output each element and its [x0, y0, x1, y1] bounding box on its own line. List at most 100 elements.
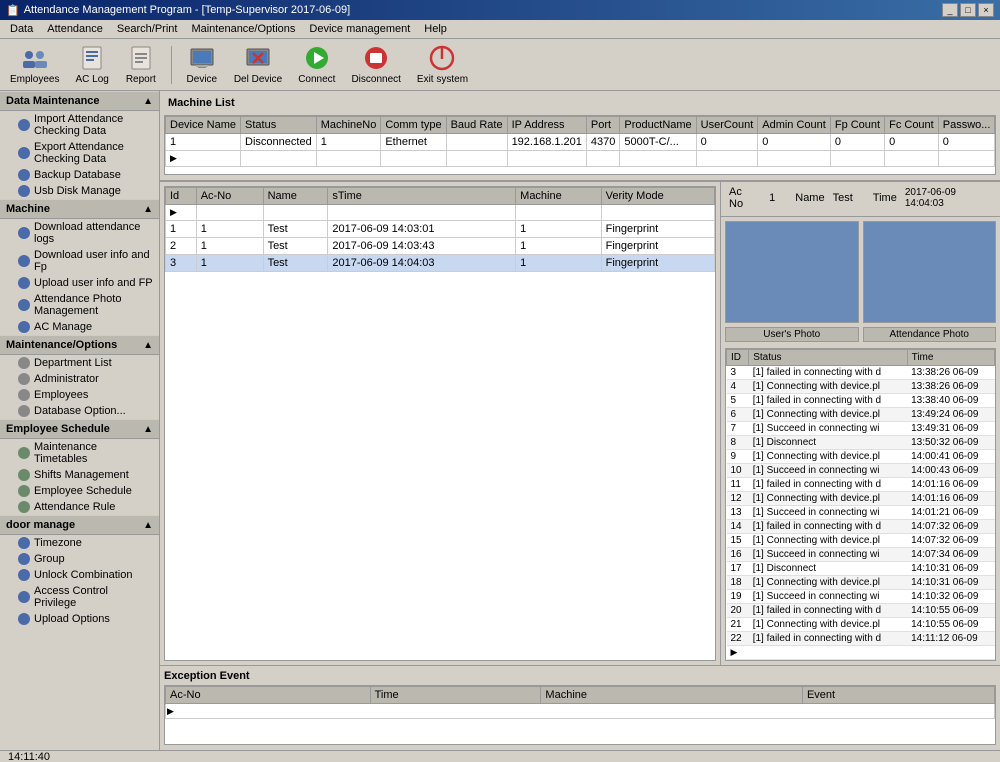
- sidebar-header-data-maintenance[interactable]: Data Maintenance ▲: [0, 91, 159, 111]
- sidebar-item-attendance-photo[interactable]: Attendance Photo Management: [0, 291, 159, 319]
- group-bullet: [18, 553, 30, 565]
- sidebar-item-database-option[interactable]: Database Option...: [0, 403, 159, 419]
- col-baud-rate: Baud Rate: [446, 117, 507, 134]
- sidebar-item-attendance-rule[interactable]: Attendance Rule: [0, 499, 159, 515]
- exit-system-button[interactable]: Exit system: [413, 42, 472, 87]
- access-control-bullet: [18, 591, 30, 603]
- status-log-row: 3[1] failed in connecting with d13:38:26…: [727, 366, 995, 380]
- employees-maintenance-label: Employees: [34, 389, 88, 401]
- minimize-button[interactable]: _: [942, 3, 958, 17]
- status-log-row: 7[1] Succeed in connecting wi13:49:31 06…: [727, 422, 995, 436]
- sidebar-header-maintenance[interactable]: Maintenance/Options ▲: [0, 335, 159, 355]
- machine-list-table-container[interactable]: Device Name Status MachineNo Comm type B…: [164, 115, 996, 175]
- employees-button[interactable]: Employees: [6, 42, 63, 87]
- close-button[interactable]: ×: [978, 3, 994, 17]
- status-time-cell: 14:10:55 06-09: [907, 604, 994, 618]
- menu-device-management[interactable]: Device management: [303, 22, 416, 36]
- ex-col-machine: Machine: [541, 687, 803, 704]
- title-bar: 📋 Attendance Management Program - [Temp-…: [0, 0, 1000, 20]
- sidebar-item-usb-disk[interactable]: Usb Disk Manage: [0, 183, 159, 199]
- sidebar-item-download-user[interactable]: Download user info and Fp: [0, 247, 159, 275]
- menu-search-print[interactable]: Search/Print: [111, 22, 184, 36]
- attendance-marker-row: ▶: [166, 205, 715, 221]
- status-marker-empty-1: [749, 646, 907, 660]
- status-status-cell: [1] Disconnect: [749, 562, 907, 576]
- attendance-log-panel: Id Ac-No Name sTime Machine Verity Mode: [160, 182, 720, 665]
- attendance-cell-3: 2017-06-09 14:03:43: [328, 238, 516, 255]
- sidebar-item-upload-user[interactable]: Upload user info and FP: [0, 275, 159, 291]
- sidebar-header-label-door-manage: door manage: [6, 519, 75, 531]
- sidebar-header-machine[interactable]: Machine ▲: [0, 199, 159, 219]
- status-time-cell: 14:10:55 06-09: [907, 618, 994, 632]
- col-port: Port: [586, 117, 619, 134]
- maximize-button[interactable]: □: [960, 3, 976, 17]
- del-device-icon: [244, 44, 272, 72]
- sidebar-item-employee-schedule[interactable]: Employee Schedule: [0, 483, 159, 499]
- sidebar-item-upload-options[interactable]: Upload Options: [0, 611, 159, 627]
- menu-data[interactable]: Data: [4, 22, 39, 36]
- sidebar-item-maintenance-timetables[interactable]: Maintenance Timetables: [0, 439, 159, 467]
- sidebar-item-shifts-management[interactable]: Shifts Management: [0, 467, 159, 483]
- sidebar-item-employees-maintenance[interactable]: Employees: [0, 387, 159, 403]
- status-time-cell: 14:00:41 06-09: [907, 450, 994, 464]
- sidebar-item-import-attendance[interactable]: Import Attendance Checking Data: [0, 111, 159, 139]
- ex-col-ac-no: Ac-No: [166, 687, 371, 704]
- connect-button[interactable]: Connect: [294, 42, 339, 87]
- machine-marker-empty-7: [620, 151, 696, 167]
- machine-cell-12: 0: [938, 134, 995, 151]
- sidebar-item-ac-manage[interactable]: AC Manage: [0, 319, 159, 335]
- report-button[interactable]: Report: [121, 42, 161, 87]
- sidebar-item-export-attendance[interactable]: Export Attendance Checking Data: [0, 139, 159, 167]
- sidebar-item-administrator[interactable]: Administrator: [0, 371, 159, 387]
- status-time-cell: 13:50:32 06-09: [907, 436, 994, 450]
- content-area: Machine List Device Name Status MachineN…: [160, 91, 1000, 750]
- maintenance-timetables-bullet: [18, 447, 30, 459]
- attendance-log-row[interactable]: 21Test2017-06-09 14:03:431Fingerprint: [166, 238, 715, 255]
- disconnect-button[interactable]: Disconnect: [347, 42, 404, 87]
- attendance-log-table-container[interactable]: Id Ac-No Name sTime Machine Verity Mode: [164, 186, 716, 661]
- attendance-cell-1: 1: [196, 238, 263, 255]
- collapse-icon-data-maintenance: ▲: [143, 96, 153, 107]
- collapse-icon-maintenance: ▲: [143, 340, 153, 351]
- administrator-label: Administrator: [34, 373, 99, 385]
- status-log-row: 17[1] Disconnect14:10:31 06-09: [727, 562, 995, 576]
- sidebar-item-unlock-combination[interactable]: Unlock Combination: [0, 567, 159, 583]
- machine-row-marker: ▶: [166, 151, 997, 167]
- status-id-cell: 21: [727, 618, 749, 632]
- status-status-cell: [1] Succeed in connecting wi: [749, 548, 907, 562]
- sidebar-item-timezone[interactable]: Timezone: [0, 535, 159, 551]
- status-status-cell: [1] Connecting with device.pl: [749, 450, 907, 464]
- ac-log-button[interactable]: AC Log: [71, 42, 112, 87]
- sidebar-item-department-list[interactable]: Department List: [0, 355, 159, 371]
- device-button[interactable]: Device: [182, 42, 222, 87]
- sidebar-item-access-control[interactable]: Access Control Privilege: [0, 583, 159, 611]
- status-status-cell: [1] failed in connecting with d: [749, 366, 907, 380]
- sidebar-item-group[interactable]: Group: [0, 551, 159, 567]
- status-time-cell: 13:38:26 06-09: [907, 366, 994, 380]
- attendance-log-row[interactable]: 11Test2017-06-09 14:03:011Fingerprint: [166, 221, 715, 238]
- sidebar-section-door-manage: door manage ▲ Timezone Group Unlock Comb…: [0, 515, 159, 627]
- menu-maintenance-options[interactable]: Maintenance/Options: [185, 22, 301, 36]
- exception-event-table-container[interactable]: Ac-No Time Machine Event ▶: [164, 685, 996, 745]
- machine-cell-4: [446, 134, 507, 151]
- status-log-container[interactable]: ID Status Time 3[1] failed in connecting…: [725, 348, 996, 661]
- sidebar-item-download-logs[interactable]: Download attendance logs: [0, 219, 159, 247]
- device-icon: [188, 44, 216, 72]
- menu-attendance[interactable]: Attendance: [41, 22, 109, 36]
- exit-system-label: Exit system: [417, 74, 468, 85]
- att-marker-empty-1: [196, 205, 263, 221]
- title-bar-controls: _ □ ×: [942, 3, 994, 17]
- machine-cell-8: 0: [696, 134, 758, 151]
- del-device-button[interactable]: Del Device: [230, 42, 286, 87]
- status-time-cell: 13:49:31 06-09: [907, 422, 994, 436]
- status-log-row: 15[1] Connecting with device.pl14:07:32 …: [727, 534, 995, 548]
- download-logs-bullet: [18, 227, 30, 239]
- machine-list-row[interactable]: 1Disconnected1Ethernet192.168.1.20143705…: [166, 134, 997, 151]
- attendance-log-row[interactable]: 31Test2017-06-09 14:04:031Fingerprint: [166, 255, 715, 272]
- sidebar-header-door-manage[interactable]: door manage ▲: [0, 515, 159, 535]
- status-time-cell: 14:10:32 06-09: [907, 590, 994, 604]
- menu-help[interactable]: Help: [418, 22, 453, 36]
- status-id-cell: 17: [727, 562, 749, 576]
- sidebar-header-employee-schedule[interactable]: Employee Schedule ▲: [0, 419, 159, 439]
- sidebar-item-backup-database[interactable]: Backup Database: [0, 167, 159, 183]
